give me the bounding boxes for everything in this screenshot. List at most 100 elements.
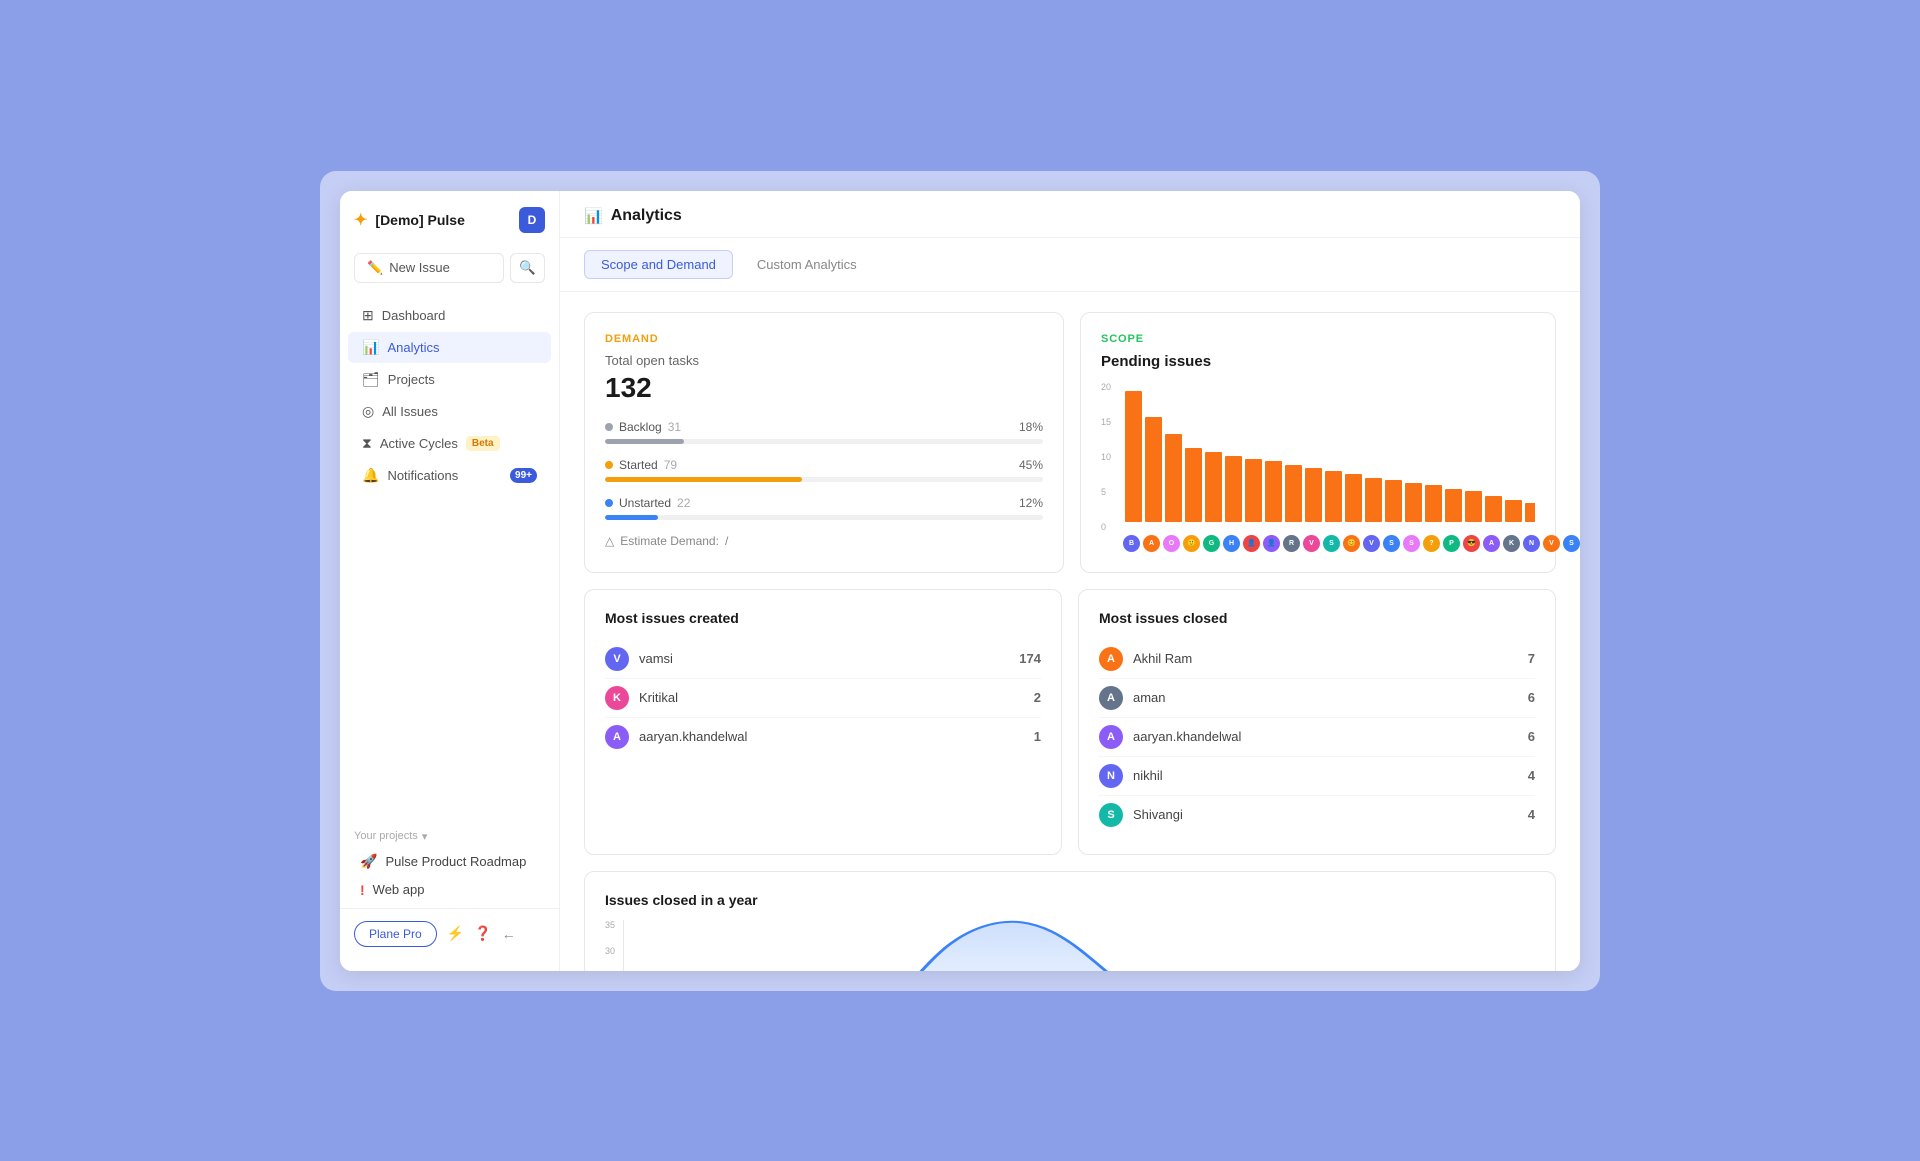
avatar-vamsi: V [605,647,629,671]
projects-label-text: Your projects [354,830,418,842]
line-y-30: 30 [605,946,615,956]
backlog-dot [605,423,613,431]
help-icon[interactable]: ❓ [474,925,491,942]
exclamation-icon: ! [360,882,365,898]
sidebar-item-notifications[interactable]: 🔔 Notifications 99+ [348,460,551,491]
y-axis: 20 15 10 5 0 [1101,382,1111,532]
bar-avatar: ? [1423,535,1440,552]
sidebar-item-active-cycles[interactable]: ⧗ Active Cycles Beta [348,428,551,459]
bar-avatar: V [1543,535,1560,552]
triangle-icon: △ [605,534,614,548]
issue-row-aaryan: A aaryan.khandelwal 1 [605,718,1041,756]
sidebar-header: ✦ [Demo] Pulse D [340,207,559,245]
started-left: Started 79 [605,458,677,472]
sidebar-item-analytics[interactable]: 📊 Analytics [348,332,551,363]
app-logo: ✦ [Demo] Pulse [354,210,465,230]
tabs-bar: Scope and Demand Custom Analytics [560,238,1580,292]
avatar-row: BAO🙂GH👤👤RVS😊VSS?P😎AKNVST [1123,535,1535,552]
notifications-badge: 99+ [510,468,537,483]
count-aman: 6 [1528,690,1535,705]
sidebar-item-label: Active Cycles [380,436,458,451]
most-closed-card: Most issues closed A Akhil Ram 7 A aman … [1078,589,1556,855]
sidebar-item-projects[interactable]: 🗂 Projects [348,364,551,395]
top-bar: 📊 Analytics [560,191,1580,238]
lightning-icon[interactable]: ⚡ [447,925,464,942]
avatar[interactable]: D [519,207,545,233]
sidebar-item-all-issues[interactable]: ◎ All Issues [348,396,551,427]
pending-issues-title: Pending issues [1101,353,1535,370]
sidebar-item-label: Projects [388,372,435,387]
started-pct: 45% [1019,458,1043,472]
scope-label: SCOPE [1101,333,1535,345]
unstarted-bar-fill [605,515,658,520]
new-issue-button[interactable]: ✏️ New Issue [354,253,504,283]
username-vamsi: vamsi [639,651,673,666]
app-window: ✦ [Demo] Pulse D ✏️ New Issue 🔍 ⊞ Dashbo… [340,191,1580,971]
line-chart-svg [624,920,1535,971]
bar-avatar: 👤 [1263,535,1280,552]
bar-avatar: O [1163,535,1180,552]
count-nikhil: 4 [1528,768,1535,783]
sidebar-item-label: Dashboard [382,308,446,323]
bar-avatar: 😊 [1343,535,1360,552]
bar-avatar: 👤 [1243,535,1260,552]
bar-avatar: B [1123,535,1140,552]
tab-custom-analytics[interactable]: Custom Analytics [741,250,873,279]
sidebar-item-label: Notifications [387,468,458,483]
content-area: DEMAND Total open tasks 132 Backlog 31 1… [560,292,1580,971]
sidebar-item-dashboard[interactable]: ⊞ Dashboard [348,300,551,331]
count-shivangi: 4 [1528,807,1535,822]
projects-icon: 🗂 [362,371,380,388]
issue-row-kritikal: K Kritikal 2 [605,679,1041,718]
unstarted-dot [605,499,613,507]
unstarted-left: Unstarted 22 [605,496,690,510]
started-count: 79 [664,458,677,472]
cycles-icon: ⧗ [362,435,372,452]
avatar-aaryan: A [605,725,629,749]
main-content: 📊 Analytics Scope and Demand Custom Anal… [560,191,1580,971]
sidebar: ✦ [Demo] Pulse D ✏️ New Issue 🔍 ⊞ Dashbo… [340,191,560,971]
projects-label[interactable]: Your projects ▾ [354,830,545,843]
unstarted-count: 22 [677,496,690,510]
y-label-10: 10 [1101,452,1111,462]
pencil-icon: ✏️ [367,260,383,276]
most-created-title: Most issues created [605,610,1041,626]
bar-avatar: S [1323,535,1340,552]
project-item-webapp[interactable]: ! Web app [354,876,545,904]
back-icon[interactable]: ← [502,926,516,942]
started-bar-fill [605,477,802,482]
all-issues-icon: ◎ [362,403,374,420]
tab-scope-demand[interactable]: Scope and Demand [584,250,733,279]
username-aman: aman [1133,690,1166,705]
username-aaryan: aaryan.khandelwal [639,729,747,744]
pending-chart-container: 20 15 10 5 0 BAO🙂GH👤👤RVS😊VSS?P😎AKNVST [1101,382,1535,552]
search-button[interactable]: 🔍 [510,253,545,283]
backlog-bar-fill [605,439,684,444]
bar-avatar: S [1383,535,1400,552]
unstarted-pct: 12% [1019,496,1043,510]
plane-pro-button[interactable]: Plane Pro [354,921,437,947]
count-kritikal: 2 [1034,690,1041,705]
username-kritikal: Kritikal [639,690,678,705]
scope-card: SCOPE Pending issues 20 15 10 5 0 [1080,312,1556,573]
backlog-pct: 18% [1019,420,1043,434]
avatar-nikhil: N [1099,764,1123,788]
cards-row-2: Most issues created V vamsi 174 K Kritik… [584,589,1556,855]
logo-icon: ✦ [354,210,367,230]
backlog-progress-row: Backlog 31 18% [605,420,1043,444]
unstarted-label: Unstarted [619,496,671,510]
issue-row-vamsi: V vamsi 174 [605,640,1041,679]
issue-row-shivangi: S Shivangi 4 [1099,796,1535,834]
started-label: Started [619,458,658,472]
line-y-35: 35 [605,920,615,930]
demand-subtitle: Total open tasks [605,353,1043,368]
line-chart-plot [623,920,1535,971]
issue-row-aman: A aman 6 [1099,679,1535,718]
count-vamsi: 174 [1019,651,1041,666]
sidebar-footer: Plane Pro ⚡ ❓ ← [340,908,559,955]
outer-container: ✦ [Demo] Pulse D ✏️ New Issue 🔍 ⊞ Dashbo… [320,171,1600,991]
project-item-pulse[interactable]: 🚀 Pulse Product Roadmap [354,847,545,876]
bar-avatar: N [1523,535,1540,552]
y-label-0: 0 [1101,522,1111,532]
new-issue-area: ✏️ New Issue 🔍 [340,245,559,291]
